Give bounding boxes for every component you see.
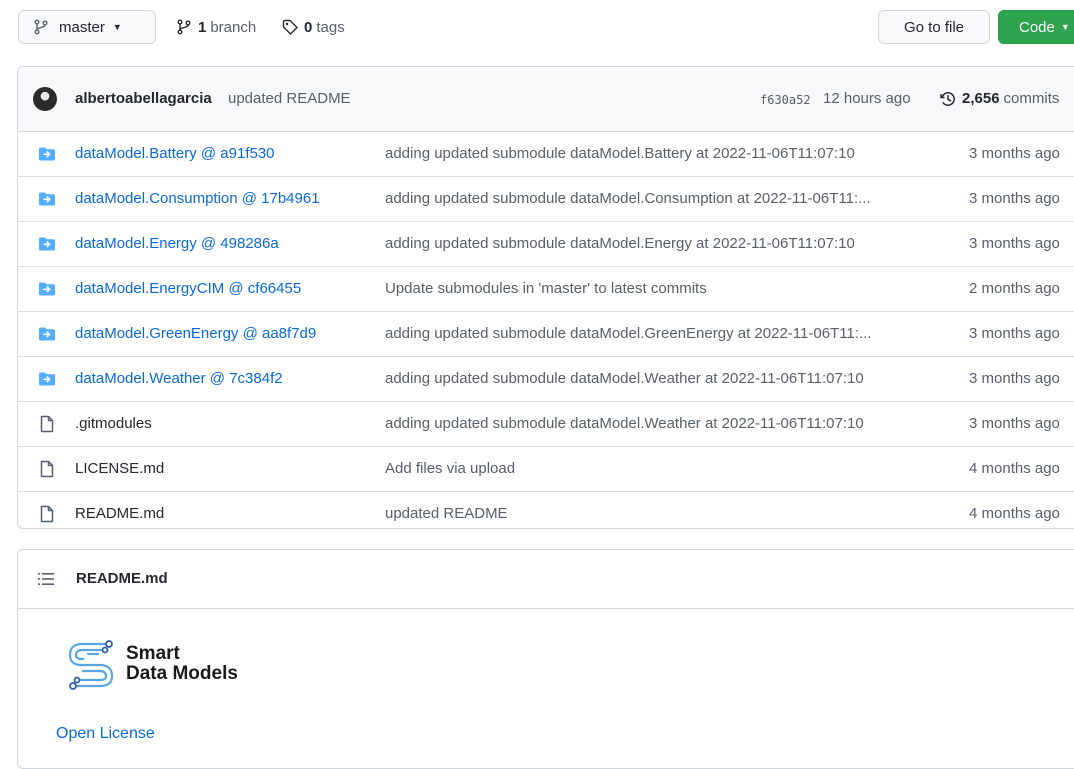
file-row[interactable]: dataModel.Consumption @ 17b4961 adding up… (18, 176, 1074, 221)
logo-line-1: Smart (126, 643, 180, 664)
logo-wordmark: Smart Data Models (126, 644, 238, 684)
file-browser: albertoabellagarcia updated README f630a… (17, 66, 1074, 529)
git-branch-icon (177, 19, 191, 35)
file-name-link[interactable]: LICENSE.md (75, 460, 164, 477)
readme-panel: README.md Smart Data Models Open License (17, 549, 1074, 769)
branch-word: branch (210, 18, 257, 36)
smart-data-models-logo: Smart Data Models (66, 636, 286, 696)
tag-icon (282, 19, 298, 35)
logo-line-2: Data Models (126, 663, 238, 684)
file-commit-age: 2 months ago (969, 280, 1060, 297)
file-row[interactable]: .gitmodules adding updated submodule data… (18, 401, 1074, 446)
branch-count: 1 (198, 18, 207, 36)
chevron-down-icon: ▼ (1060, 22, 1070, 32)
file-commit-message-link[interactable]: adding updated submodule dataModel.Green… (385, 325, 945, 342)
commit-author-link[interactable]: albertoabellagarcia (75, 90, 212, 107)
repo-toolbar: master ▼ 1 branch 0 tags Go to file Code… (18, 10, 1074, 48)
file-row[interactable]: dataModel.GreenEnergy @ aa8f7d9 adding up… (18, 311, 1074, 356)
commits-history-link[interactable]: 2,656 commits (940, 90, 1059, 107)
latest-commit-bar: albertoabellagarcia updated README f630a… (18, 67, 1074, 132)
readme-header: README.md (18, 550, 1074, 609)
file-commit-age: 3 months ago (969, 415, 1060, 432)
branch-selector-button[interactable]: master ▼ (18, 10, 156, 44)
file-icon (38, 415, 56, 433)
file-commit-age: 3 months ago (969, 325, 1060, 342)
file-name-link[interactable]: dataModel.Weather @ 7c384f2 (75, 370, 283, 387)
smart-data-models-logo-icon (68, 640, 114, 690)
commit-count-word: commits (1003, 90, 1060, 107)
tags-link[interactable]: 0 tags (282, 10, 345, 44)
file-row[interactable]: README.md updated README 4 months ago (18, 491, 1074, 528)
submodule-folder-icon (38, 280, 56, 298)
file-commit-message-link[interactable]: adding updated submodule dataModel.Consu… (385, 190, 945, 207)
file-name-link[interactable]: .gitmodules (75, 415, 152, 432)
file-commit-age: 3 months ago (969, 370, 1060, 387)
history-icon (940, 91, 955, 106)
file-row[interactable]: dataModel.Battery @ a91f530 adding update… (18, 132, 1074, 176)
avatar[interactable] (33, 87, 57, 111)
file-commit-age: 4 months ago (969, 460, 1060, 477)
file-name-link[interactable]: dataModel.GreenEnergy @ aa8f7d9 (75, 325, 316, 342)
file-name-link[interactable]: README.md (75, 505, 164, 522)
submodule-folder-icon (38, 370, 56, 388)
chevron-down-icon: ▼ (112, 22, 122, 32)
file-commit-message-link[interactable]: adding updated submodule dataModel.Energ… (385, 235, 945, 252)
file-commit-age: 4 months ago (969, 505, 1060, 522)
commit-count: 2,656 (962, 90, 1000, 107)
open-license-link[interactable]: Open License (56, 725, 155, 743)
submodule-folder-icon (38, 325, 56, 343)
file-row[interactable]: LICENSE.md Add files via upload 4 months a… (18, 446, 1074, 491)
file-row[interactable]: dataModel.Energy @ 498286a adding updated… (18, 221, 1074, 266)
commit-message-link[interactable]: updated README (228, 90, 351, 107)
file-list: dataModel.Battery @ a91f530 adding update… (18, 132, 1074, 528)
file-name-link[interactable]: dataModel.Battery @ a91f530 (75, 145, 275, 162)
tag-word: tags (316, 18, 345, 36)
file-row[interactable]: dataModel.EnergyCIM @ cf66455 Update subm… (18, 266, 1074, 311)
file-commit-message-link[interactable]: Add files via upload (385, 460, 945, 477)
file-commit-age: 3 months ago (969, 190, 1060, 207)
file-name-link[interactable]: dataModel.Energy @ 498286a (75, 235, 279, 252)
file-commit-message-link[interactable]: adding updated submodule dataModel.Weath… (385, 370, 945, 387)
list-unordered-icon[interactable] (38, 572, 54, 586)
submodule-folder-icon (38, 190, 56, 208)
file-icon (38, 460, 56, 478)
file-commit-age: 3 months ago (969, 145, 1060, 162)
git-branch-icon (34, 19, 48, 35)
file-commit-message-link[interactable]: updated README (385, 505, 945, 522)
code-button[interactable]: Code ▼ (998, 10, 1074, 44)
file-name-link[interactable]: dataModel.Consumption @ 17b4961 (75, 190, 320, 207)
go-to-file-button[interactable]: Go to file (878, 10, 990, 44)
file-row[interactable]: dataModel.Weather @ 7c384f2 adding update… (18, 356, 1074, 401)
file-name-link[interactable]: dataModel.EnergyCIM @ cf66455 (75, 280, 301, 297)
readme-title: README.md (76, 570, 168, 587)
file-commit-message-link[interactable]: adding updated submodule dataModel.Batte… (385, 145, 945, 162)
file-commit-message-link[interactable]: Update submodules in 'master' to latest … (385, 280, 945, 297)
file-icon (38, 505, 56, 523)
commit-time: 12 hours ago (823, 90, 911, 107)
file-commit-message-link[interactable]: adding updated submodule dataModel.Weath… (385, 415, 945, 432)
commit-hash-link[interactable]: f630a52 (760, 93, 811, 107)
file-commit-age: 3 months ago (969, 235, 1060, 252)
submodule-folder-icon (38, 145, 56, 163)
branches-link[interactable]: 1 branch (176, 10, 256, 44)
tag-count: 0 (304, 18, 313, 36)
branch-name: master (59, 18, 105, 36)
code-button-label: Code (1019, 18, 1055, 36)
submodule-folder-icon (38, 235, 56, 253)
